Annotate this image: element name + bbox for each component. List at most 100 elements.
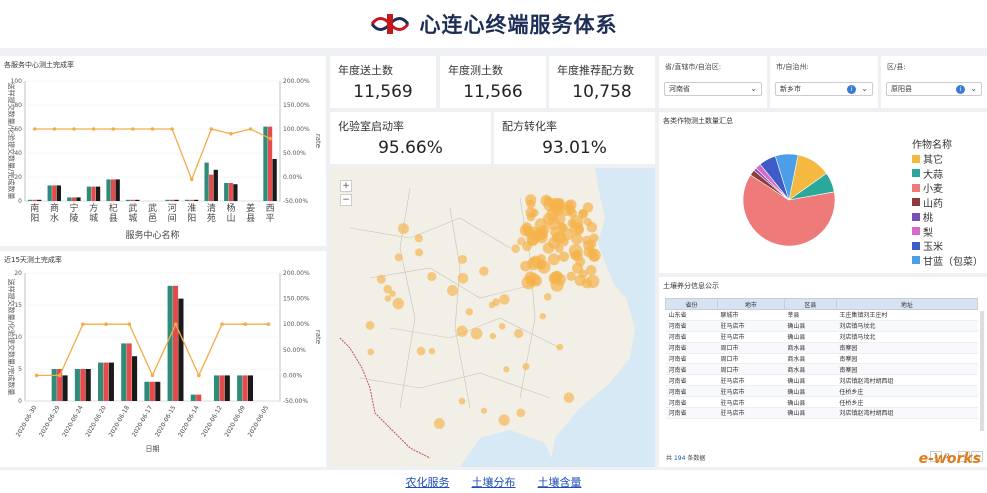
rate-line	[34, 128, 271, 182]
soil-map[interactable]	[330, 168, 655, 467]
x-tick-label: 南	[30, 202, 39, 214]
zoom-out-button[interactable]: −	[340, 194, 352, 206]
y2-tick-label: 150.00%	[283, 296, 310, 303]
legend-item[interactable]: 其它	[912, 151, 943, 166]
legend-item[interactable]: 大蒜	[912, 166, 943, 181]
table-row[interactable]: 河南省 驻马店市 确山县 任桥乡庄	[665, 396, 978, 409]
info-icon[interactable]: i	[956, 85, 965, 94]
sample-dot	[527, 257, 541, 271]
x-tick-label: 清	[207, 202, 216, 214]
table-row[interactable]: 河南省 驻马店市 确山县 刘店镇马坟北	[665, 331, 978, 343]
table-row[interactable]: 河南省 周口市 商水县 南寨园	[665, 353, 978, 365]
kpi-label: 配方转化率	[502, 120, 557, 133]
table-scrollbar[interactable]	[980, 311, 984, 431]
column-header[interactable]: 地市	[717, 298, 785, 310]
table-cell: 确山县	[784, 407, 837, 419]
table-row[interactable]: 河南省 驻马店市 确山县 任桥乡庄	[665, 385, 978, 398]
sample-dot	[542, 242, 555, 254]
legend-swatch	[912, 198, 920, 206]
soil-info-table-wrap[interactable]: 省份 地市 区县 地址 山东省 聊城市 莘县 王庄集镇刘王庄村 河南省 驻马店市 确山县 刘店镇马坟…	[665, 298, 979, 419]
sample-dot	[585, 264, 597, 276]
city-filter: 市/自治州: 新乡市 i ⌄	[770, 56, 878, 108]
legend-item[interactable]: 山药	[912, 195, 943, 210]
rate-point	[209, 127, 214, 131]
table-cell: 河南省	[665, 374, 718, 387]
rate-point	[220, 322, 224, 326]
sample-dot	[384, 295, 392, 302]
table-cell: 驻马店市	[717, 331, 785, 343]
bar	[62, 375, 68, 401]
bar	[27, 199, 33, 201]
x-tick-label: 阳	[30, 213, 39, 224]
y2-axis-label: rate	[314, 330, 322, 344]
table-row[interactable]: 河南省 周口市 商水县 南寨园	[665, 342, 978, 354]
x-tick-label: 苑	[207, 212, 216, 224]
table-row[interactable]: 河南省 驻马店市 确山县 刘店镇马坟北	[665, 320, 978, 332]
legend-swatch	[912, 256, 920, 264]
county-select[interactable]: 原阳县 i ⌄	[886, 82, 982, 96]
bar	[178, 298, 184, 401]
bar	[190, 394, 196, 401]
soil-map-panel[interactable]: + −	[330, 168, 655, 467]
x-tick-label: 城	[128, 213, 137, 224]
legend-item[interactable]: 桃	[912, 209, 933, 224]
legend-label: 其它	[923, 155, 943, 166]
column-header[interactable]: 地址	[835, 298, 979, 310]
bar	[106, 179, 111, 201]
sample-dot	[458, 254, 467, 264]
kpi-value: 10,758	[572, 82, 632, 102]
rate-point	[170, 127, 174, 131]
table-cell: 南寨园	[836, 363, 978, 376]
x-tick-label: 阳	[187, 213, 196, 224]
y2-tick-label: 200.00%	[283, 270, 310, 277]
city-select[interactable]: 新乡市 i ⌄	[775, 82, 873, 96]
bar	[194, 199, 199, 201]
filter-label: 市/自治州:	[776, 63, 809, 71]
table-cell: 确山县	[784, 374, 837, 387]
sample-dot	[479, 266, 489, 276]
sample-dot	[480, 407, 488, 414]
sample-dot	[559, 203, 573, 216]
table-row[interactable]: 河南省 驻马店市 确山县 刘店镇赵湾村胡西组	[665, 374, 978, 387]
legend-item[interactable]: 甘蓝（包菜）	[912, 253, 983, 268]
bar	[80, 369, 86, 401]
bar	[224, 183, 229, 201]
total-suffix: 条数据	[687, 455, 706, 462]
column-header[interactable]: 省份	[665, 298, 718, 310]
info-icon[interactable]: i	[847, 85, 856, 94]
column-header[interactable]: 区县	[783, 298, 837, 310]
legend-item[interactable]: 梨	[912, 224, 933, 239]
sample-dot	[527, 226, 541, 240]
panel-title: 各类作物测土数量汇总	[663, 117, 733, 125]
table-row[interactable]: 河南省 周口市 商水县 南寨园	[665, 363, 978, 376]
sample-dot	[428, 347, 436, 355]
sample-dot	[397, 223, 409, 235]
bar	[71, 197, 77, 201]
zoom-in-button[interactable]: +	[340, 180, 352, 192]
x-tick-label: 山	[226, 213, 235, 224]
nav-link-soil-distribution[interactable]: 土壤分布	[472, 474, 516, 490]
table-cell: 聊城市	[717, 309, 785, 321]
x-tick-label: 2020-06-30	[15, 404, 39, 438]
kpi-value: 11,569	[353, 82, 413, 102]
rate-point	[189, 177, 194, 182]
legend-item[interactable]: 小麦	[912, 180, 943, 195]
table-cell: 商水县	[784, 363, 837, 376]
y-tick-label: 5	[18, 366, 22, 373]
nav-link-soil-content[interactable]: 土壤含量	[538, 474, 582, 490]
bar	[213, 375, 220, 401]
rate-point	[268, 136, 272, 141]
kpi-label: 年度测土数	[448, 64, 503, 77]
legend-label: 梨	[923, 227, 933, 239]
legend-item[interactable]: 玉米	[912, 238, 943, 253]
y2-axis-label: rate	[314, 134, 322, 148]
x-tick-label: 县	[109, 213, 118, 224]
bar	[213, 169, 218, 201]
bar	[204, 162, 209, 201]
table-row[interactable]: 山东省 聊城市 莘县 王庄集镇刘王庄村	[665, 309, 978, 321]
nav-link-agro-service[interactable]: 农化服务	[406, 474, 450, 490]
rate-point	[72, 127, 76, 131]
province-select[interactable]: 河南省 ⌄	[664, 82, 762, 96]
x-tick-label: 县	[246, 213, 255, 224]
table-row[interactable]: 河南省 驻马店市 确山县 刘店镇赵湾村胡西组	[665, 407, 978, 419]
